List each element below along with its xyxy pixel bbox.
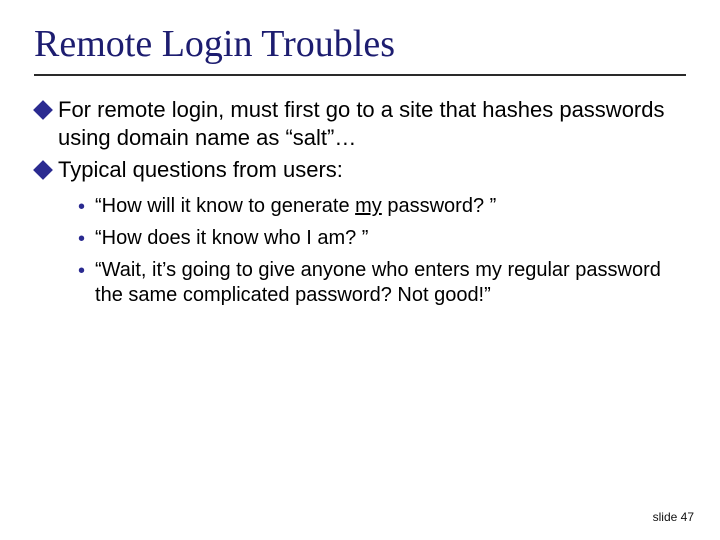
sub-bullet-text: “How will it know to generate my passwor… (95, 194, 686, 220)
sub-bullet-text: “How does it know who I am? ” (95, 226, 686, 252)
bullet-level2: • “Wait, it’s going to give anyone who e… (78, 258, 686, 309)
round-bullet-icon: • (78, 260, 85, 282)
slide: Remote Login Troubles For remote login, … (0, 0, 720, 540)
sub-bullet-list: • “How will it know to generate my passw… (78, 194, 686, 308)
slide-title: Remote Login Troubles (34, 22, 686, 66)
footer-label: slide (653, 510, 678, 524)
sub-text-post: password? ” (382, 195, 497, 217)
bullet-level2: • “How will it know to generate my passw… (78, 194, 686, 220)
sub-text-pre: “How will it know to generate (95, 195, 355, 217)
bullet-level1: For remote login, must first go to a sit… (34, 96, 686, 152)
round-bullet-icon: • (78, 228, 85, 250)
sub-bullet-text: “Wait, it’s going to give anyone who ent… (95, 258, 686, 309)
title-divider (34, 74, 686, 76)
bullet-level2: • “How does it know who I am? ” (78, 226, 686, 252)
slide-body: For remote login, must first go to a sit… (34, 96, 686, 309)
underlined-word: my (355, 195, 382, 217)
bullet-text: Typical questions from users: (58, 156, 686, 184)
slide-footer: slide 47 (653, 510, 694, 524)
slide-number: 47 (681, 510, 694, 524)
diamond-bullet-icon (33, 160, 53, 180)
bullet-level1: Typical questions from users: (34, 156, 686, 184)
round-bullet-icon: • (78, 196, 85, 218)
diamond-bullet-icon (33, 100, 53, 120)
bullet-text: For remote login, must first go to a sit… (58, 96, 686, 152)
